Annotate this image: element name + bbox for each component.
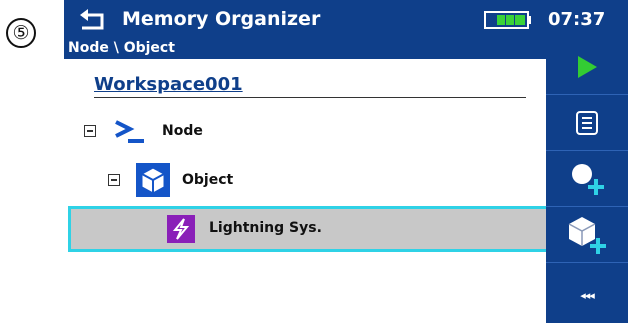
step-number: ⑤ bbox=[12, 22, 30, 44]
title-bar: Memory Organizer 07:37 bbox=[64, 0, 628, 39]
play-icon bbox=[578, 55, 597, 78]
workspace-label: Workspace001 bbox=[94, 74, 243, 95]
collapse-toggle-node[interactable] bbox=[84, 125, 96, 137]
clock: 07:37 bbox=[548, 9, 606, 30]
tree-label-object: Object bbox=[182, 172, 234, 188]
workspace-header[interactable]: Workspace001 bbox=[94, 74, 526, 98]
add-object-icon bbox=[568, 216, 606, 254]
tree-row-object[interactable]: Object bbox=[108, 162, 233, 198]
lightning-icon bbox=[167, 215, 195, 243]
play-button[interactable] bbox=[546, 39, 628, 95]
tree-label-selected: Lightning Sys. bbox=[209, 220, 322, 236]
add-node-button[interactable] bbox=[546, 151, 628, 207]
back-arrow-icon bbox=[80, 9, 104, 30]
battery-icon bbox=[484, 11, 532, 29]
screenshot-root: ⑤ Memory Organizer 07:37 Node \ Object W… bbox=[0, 0, 628, 323]
tree-row-node[interactable]: Node bbox=[84, 116, 203, 146]
add-object-button[interactable] bbox=[546, 207, 628, 263]
tree-label-node: Node bbox=[162, 123, 203, 139]
back-button[interactable] bbox=[76, 4, 110, 34]
device-screen: Memory Organizer 07:37 Node \ Object Wor… bbox=[64, 0, 628, 323]
breadcrumb: Node \ Object bbox=[68, 40, 175, 56]
tree-row-selected[interactable]: Lightning Sys. bbox=[68, 206, 550, 252]
more-button[interactable]: ◂◂◂ bbox=[546, 267, 628, 323]
collapse-toggle-object[interactable] bbox=[108, 174, 120, 186]
breadcrumb-bar: Node \ Object bbox=[64, 39, 546, 59]
cube-icon bbox=[136, 163, 170, 197]
list-icon bbox=[576, 110, 598, 135]
prompt-chevron-icon bbox=[115, 120, 144, 143]
add-node-icon bbox=[572, 163, 604, 195]
right-toolbar: ◂◂◂ bbox=[546, 39, 628, 323]
step-marker: ⑤ bbox=[6, 18, 36, 48]
more-arrows-label: ◂◂◂ bbox=[580, 288, 595, 302]
list-button[interactable] bbox=[546, 95, 628, 151]
page-title: Memory Organizer bbox=[122, 8, 321, 30]
